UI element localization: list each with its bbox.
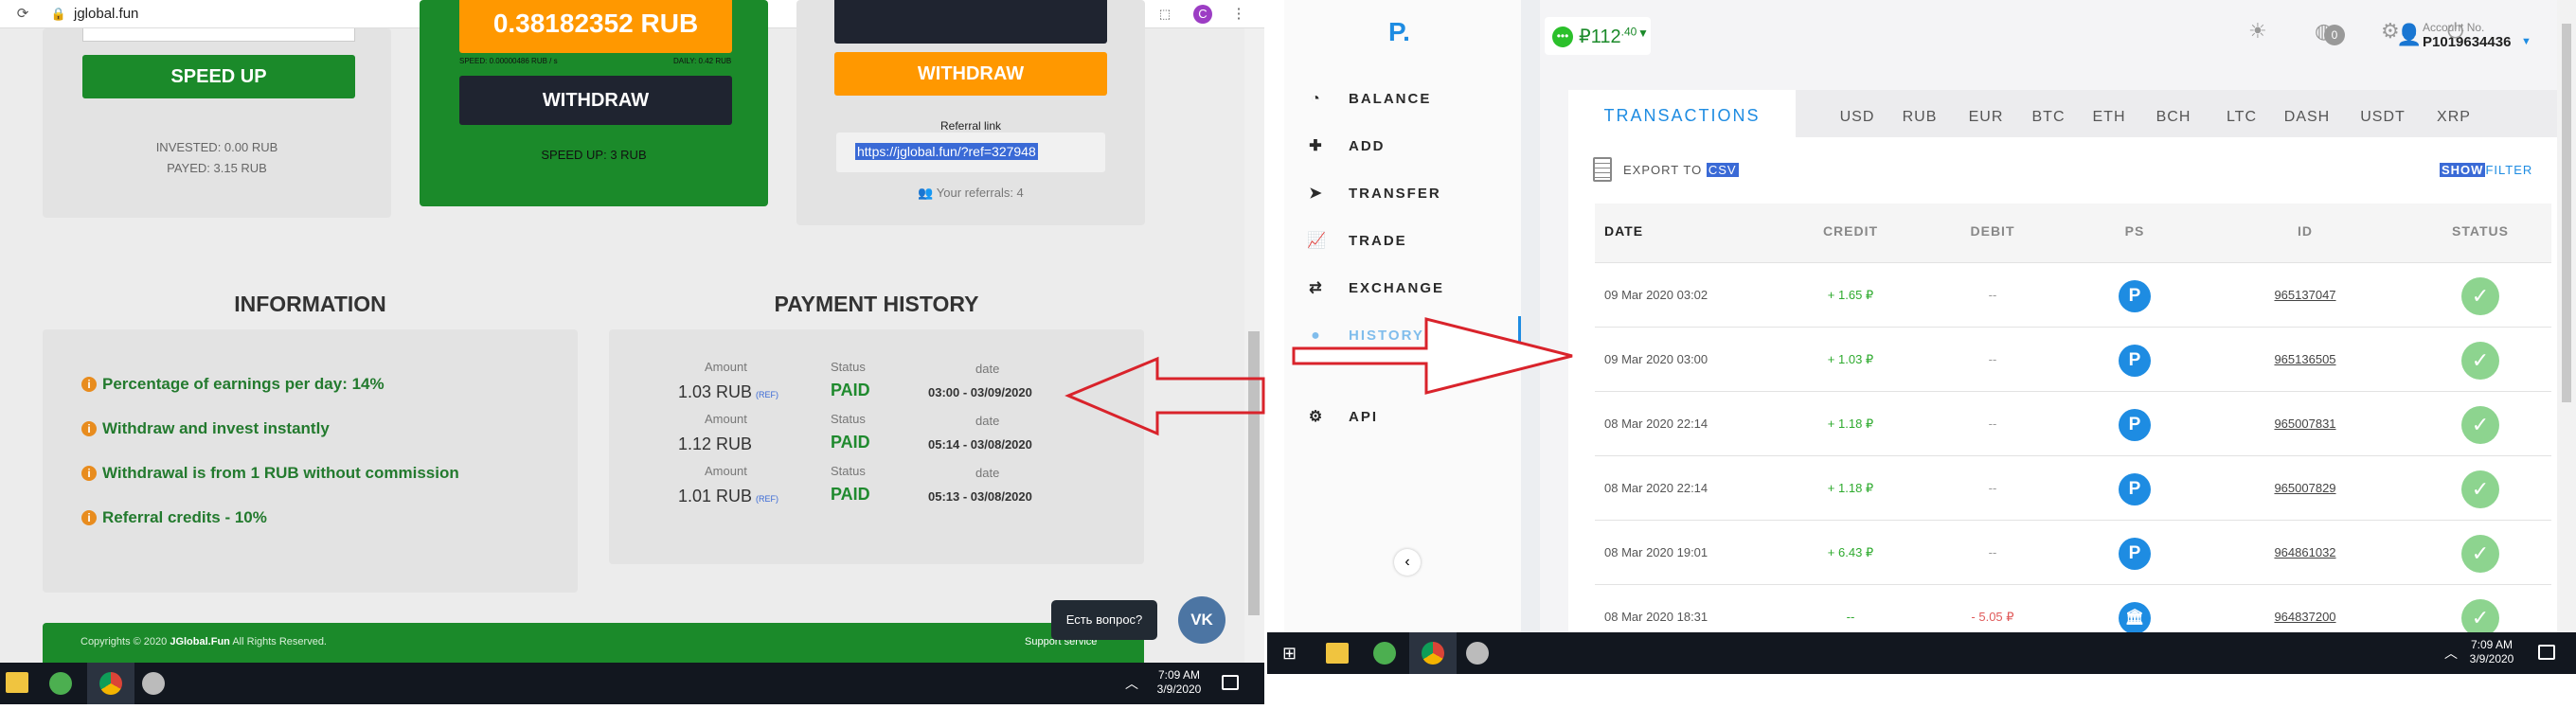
right-red-arrow xyxy=(1292,317,1573,395)
left-red-arrow xyxy=(1064,356,1265,436)
annotation-arrows xyxy=(1064,317,1573,436)
